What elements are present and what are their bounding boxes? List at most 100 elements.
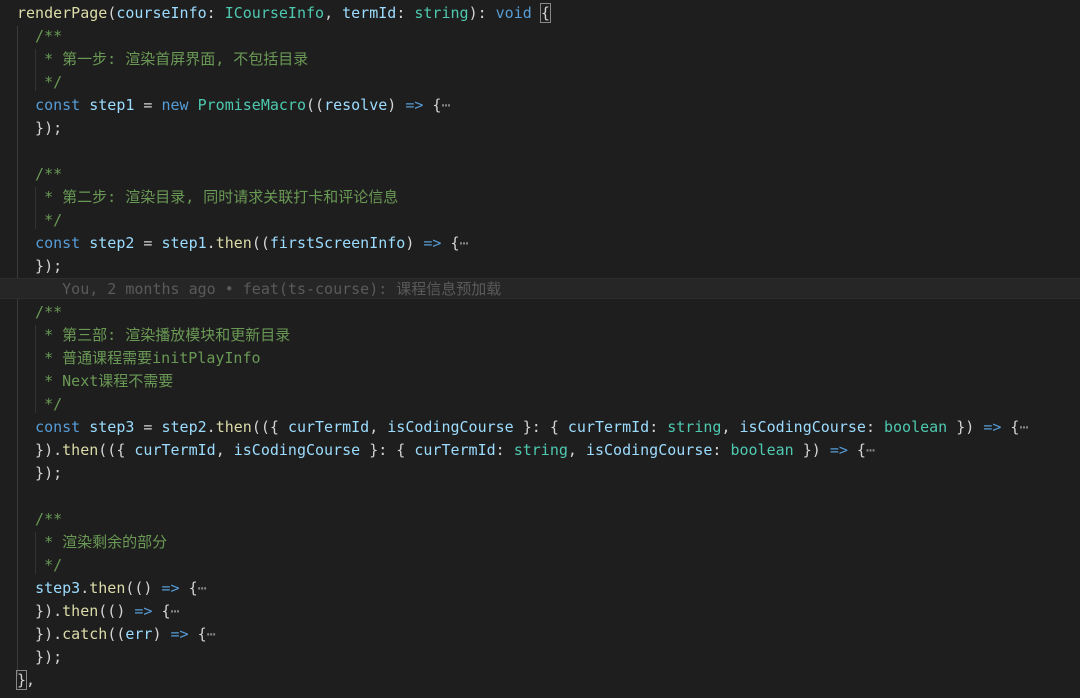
code-token: , [324, 4, 343, 22]
fold-ellipsis-icon[interactable]: ⋯ [1019, 418, 1028, 436]
code-token: }); [17, 257, 63, 275]
code-token: { [179, 579, 198, 597]
code-line[interactable]: }, [0, 669, 1080, 692]
code-line[interactable]: }); [0, 462, 1080, 485]
code-line[interactable]: const step1 = new PromiseMacro((resolve)… [0, 94, 1080, 117]
code-token: }); [17, 464, 63, 482]
code-token: boolean [730, 441, 794, 459]
code-token: }). [17, 441, 63, 459]
code-token: step3 [35, 579, 81, 597]
code-line[interactable]: */ [0, 554, 1080, 577]
code-token: renderPage [17, 4, 108, 22]
code-token: step2 [89, 234, 135, 252]
code-token: => [170, 625, 189, 643]
current-line-blame[interactable]: You, 2 months ago • feat(ts-course): 课程信… [0, 278, 1080, 299]
code-token: ) [387, 96, 406, 114]
code-token: => [405, 96, 424, 114]
code-token: isCodingCourse [233, 441, 361, 459]
code-line[interactable]: }); [0, 255, 1080, 278]
code-token: new [161, 96, 189, 114]
code-token: { [188, 625, 207, 643]
code-line[interactable]: const step2 = step1.then((firstScreenInf… [0, 232, 1080, 255]
code-line[interactable]: * 第三部: 渲染播放模块和更新目录 [0, 324, 1080, 347]
code-line[interactable]: * 渲染剩余的部分 [0, 531, 1080, 554]
code-token: */ [17, 395, 63, 413]
code-token: curTermId [134, 441, 216, 459]
code-token: then [89, 579, 126, 597]
code-token: ( [107, 4, 117, 22]
code-token: catch [62, 625, 108, 643]
code-token: const [35, 418, 81, 436]
code-line[interactable]: }); [0, 117, 1080, 140]
code-token: isCodingCourse [585, 441, 713, 459]
code-token: ): [468, 4, 496, 22]
code-token: . [80, 579, 90, 597]
code-line[interactable]: /** [0, 163, 1080, 186]
code-token: * 渲染剩余的部分 [17, 533, 168, 551]
code-line[interactable]: renderPage(courseInfo: ICourseInfo, term… [0, 2, 1080, 25]
code-token: step2 [161, 418, 207, 436]
code-token: : [206, 4, 225, 22]
code-token: (( [251, 234, 270, 252]
code-token: */ [17, 211, 63, 229]
fold-ellipsis-icon[interactable]: ⋯ [866, 441, 875, 459]
code-line[interactable]: */ [0, 209, 1080, 232]
code-line[interactable]: }).then(() => {⋯ [0, 600, 1080, 623]
code-token: . [206, 234, 216, 252]
code-token: courseInfo [116, 4, 207, 22]
code-line[interactable]: */ [0, 393, 1080, 416]
code-token: /** [17, 165, 63, 183]
fold-ellipsis-icon[interactable]: ⋯ [441, 96, 450, 114]
fold-ellipsis-icon[interactable]: ⋯ [460, 234, 469, 252]
code-line[interactable] [0, 140, 1080, 163]
code-token: , [26, 671, 36, 689]
code-token: resolve [324, 96, 388, 114]
code-line[interactable]: * 第二步: 渲染目录, 同时请求关联打卡和评论信息 [0, 186, 1080, 209]
code-token: . [206, 418, 216, 436]
code-line[interactable]: }).then(({ curTermId, isCodingCourse }: … [0, 439, 1080, 462]
code-token: step1 [89, 96, 135, 114]
code-token: (({ [251, 418, 288, 436]
code-token: = [134, 418, 162, 436]
code-token: = [134, 96, 162, 114]
code-line[interactable]: step3.then(() => {⋯ [0, 577, 1080, 600]
code-token: /** [17, 510, 63, 528]
code-line[interactable]: }); [0, 646, 1080, 669]
code-token: string [513, 441, 568, 459]
code-token: }) [947, 418, 984, 436]
code-token: (( [107, 625, 126, 643]
code-line[interactable]: * 普通课程需要initPlayInfo [0, 347, 1080, 370]
code-editor[interactable]: renderPage(courseInfo: ICourseInfo, term… [0, 0, 1080, 698]
code-token: (( [306, 96, 325, 114]
fold-ellipsis-icon[interactable]: ⋯ [198, 579, 207, 597]
code-line[interactable]: /** [0, 301, 1080, 324]
code-token: * 第三部: 渲染播放模块和更新目录 [17, 326, 291, 344]
code-token: { [152, 602, 171, 620]
code-line[interactable]: */ [0, 71, 1080, 94]
code-line[interactable]: * 第一步: 渲染首屏界面, 不包括目录 [0, 48, 1080, 71]
fold-ellipsis-icon[interactable]: ⋯ [207, 625, 216, 643]
code-token: = [134, 234, 162, 252]
code-token: } [15, 670, 28, 690]
code-token: const [35, 234, 81, 252]
code-token: : [495, 441, 514, 459]
code-line[interactable]: }).catch((err) => {⋯ [0, 623, 1080, 646]
code-line[interactable] [0, 485, 1080, 508]
code-token: * Next课程不需要 [17, 372, 174, 390]
code-token: void [495, 4, 532, 22]
fold-ellipsis-icon[interactable]: ⋯ [171, 602, 180, 620]
code-line[interactable]: const step3 = step2.then(({ curTermId, i… [0, 416, 1080, 439]
code-token: { [847, 441, 866, 459]
code-line[interactable]: /** [0, 508, 1080, 531]
code-token: then [62, 441, 99, 459]
code-line[interactable]: /** [0, 25, 1080, 48]
code-token: { [1001, 418, 1020, 436]
code-token: => [134, 602, 153, 620]
code-line[interactable]: * Next课程不需要 [0, 370, 1080, 393]
code-token: termId [342, 4, 397, 22]
